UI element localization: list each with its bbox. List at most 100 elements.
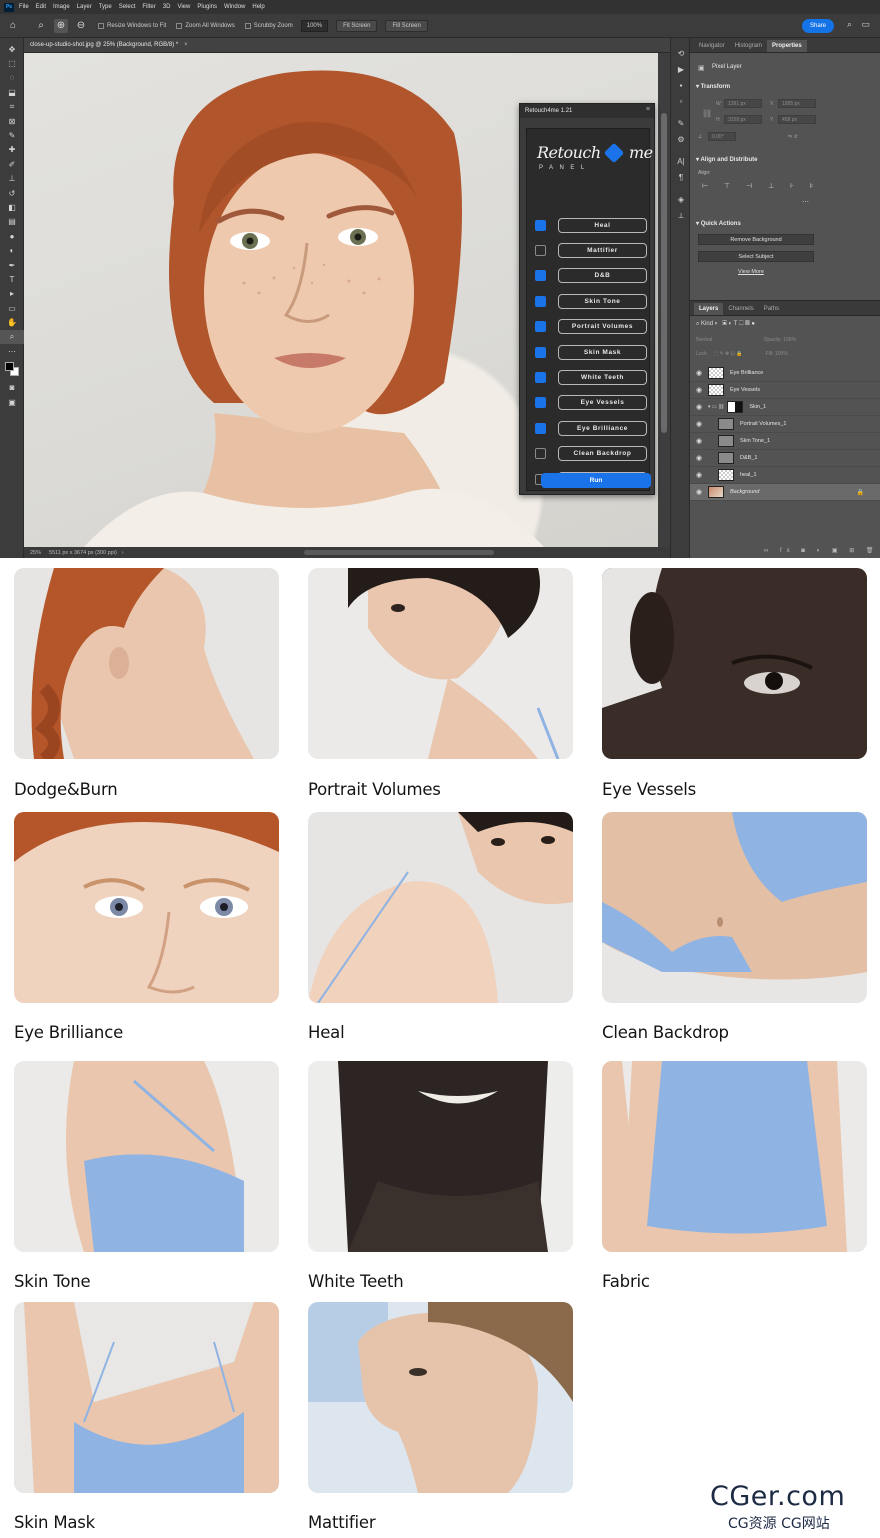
link-icon[interactable]: ⛓ [702,109,712,118]
plugin-button[interactable]: Clean Backdrop [558,446,647,462]
plugin-button[interactable]: White Teeth [558,369,647,385]
menu-filter[interactable]: Filter [142,4,155,10]
fill-screen-button[interactable]: Fill Screen [385,19,428,32]
visibility-eye-icon[interactable]: ◉ [690,386,708,394]
menu-type[interactable]: Type [99,4,112,10]
tab-navigator[interactable]: Navigator [694,40,730,52]
rectangle-tool-icon[interactable]: ▭ [0,301,24,315]
type-tool-icon[interactable]: T [0,272,24,286]
fit-screen-button[interactable]: Fit Screen [336,19,378,32]
layer-filter[interactable]: ⌕ Kind ▾ ▣ ◐ T ⬚ ▤ ● [696,321,755,328]
visibility-eye-icon[interactable]: ◉ [690,369,708,377]
menu-view[interactable]: View [177,4,190,10]
history-icon[interactable]: ⟲ [671,46,691,62]
tab-histogram[interactable]: Histogram [730,40,767,52]
clone-source-icon[interactable]: ⚙ [671,132,691,148]
menu-select[interactable]: Select [119,4,136,10]
vertical-scrollbar[interactable] [658,53,670,547]
plugin-button[interactable]: Heal [558,217,647,233]
color-swatches[interactable] [0,359,24,381]
angle-field[interactable]: 0.00° [708,132,736,141]
menu-window[interactable]: Window [224,4,245,10]
comments-icon[interactable]: ▫ [671,94,691,110]
flip-icons[interactable]: ⇋ ⇵ [788,134,798,140]
visibility-eye-icon[interactable]: ◉ [690,420,708,428]
view-more-link[interactable]: View More [738,269,764,275]
paragraph-icon[interactable]: ¶ [671,170,691,186]
zoom-in-icon[interactable]: ⊕ [54,18,68,33]
plugin-button[interactable]: D&B [558,268,647,284]
y-field[interactable]: 458 px [778,115,816,124]
height-field[interactable]: 3158 px [724,115,762,124]
align-buttons-icons[interactable]: ⊢ ⊤ ⊣ ⊥ ⊦ ⊧ [702,182,820,190]
pen-tool-icon[interactable]: ✒ [0,258,24,272]
plugin-checkbox[interactable] [535,448,546,460]
layer-row[interactable]: ◉ D&B_1 [690,450,880,467]
plugin-checkbox[interactable] [535,270,546,282]
more-options-icon[interactable]: ⋯ [802,198,809,206]
group-folder-icon[interactable]: ▾ ▭ ⛓ [708,404,724,410]
visibility-eye-icon[interactable]: ◉ [690,471,708,479]
select-subject-button[interactable]: Select Subject [698,251,814,262]
opacity-value[interactable]: 100% [783,337,796,343]
menu-plugins[interactable]: Plugins [197,4,217,10]
move-tool-icon[interactable]: ✥ [0,42,24,56]
screen-mode-icon[interactable]: ▣ [0,395,24,409]
actions-icon[interactable]: ▪ [671,78,691,94]
plugin-button[interactable]: Skin Mask [558,344,647,360]
menu-file[interactable]: File [19,4,29,10]
dodge-tool-icon[interactable]: ◐ [0,243,24,257]
character-icon[interactable]: A| [671,154,691,170]
home-icon[interactable]: ⌂ [6,19,20,33]
more-tools-icon[interactable]: ⋯ [0,344,24,358]
layers-footer-icons[interactable]: ∞ fx ◙ ◐ ▣ ⊞ 🗑 [764,547,879,554]
horizontal-scrollbar[interactable] [304,550,494,555]
blur-tool-icon[interactable]: ● [0,229,24,243]
zoom-tool-icon[interactable]: ⌕ [34,19,48,33]
object-select-icon[interactable]: ⬓ [0,85,24,99]
zoom-tool-icon[interactable]: ⌕ [0,329,24,345]
plugin-button[interactable]: Mattifier [558,242,647,258]
search-icon[interactable]: ⌕ [847,19,852,30]
menu-3d[interactable]: 3D [163,4,171,10]
layer-row[interactable]: ◉ ▾ ▭ ⛓ Skin_1 [690,399,880,416]
stamp-tool-icon[interactable]: ⊥ [0,172,24,186]
plugin-checkbox[interactable] [535,397,546,409]
remove-background-button[interactable]: Remove Background [698,234,814,245]
run-button[interactable]: Run [541,473,651,488]
visibility-eye-icon[interactable]: ◉ [690,403,708,411]
document-tab[interactable]: close-up-studio-shot.jpg @ 25% (Backgrou… [24,38,670,53]
marquee-tool-icon[interactable]: ⬚ [0,56,24,70]
plugin-checkbox[interactable] [535,295,546,307]
lock-icons[interactable]: ⬚ ✎ ✥ ⊡ 🔒 [713,351,742,357]
plugin-checkbox[interactable] [535,422,546,434]
close-icon[interactable]: × [184,42,188,48]
layer-row[interactable]: ◉ Eye Vessels [690,382,880,399]
plugin-button[interactable]: Eye Vessels [558,395,647,411]
plugin-checkbox[interactable] [535,346,546,358]
menu-layer[interactable]: Layer [77,4,92,10]
visibility-eye-icon[interactable]: ◉ [690,488,708,496]
tab-properties[interactable]: Properties [767,40,807,52]
brush-settings-icon[interactable]: ✎ [671,116,691,132]
plugin-checkbox[interactable] [535,321,546,333]
status-arrow-icon[interactable]: › [122,550,124,556]
plugin-button[interactable]: Eye Brilliance [558,420,647,436]
layer-row[interactable]: ◉ heal_1 [690,467,880,484]
plugin-checkbox[interactable] [535,219,546,231]
path-select-icon[interactable]: ▸ [0,287,24,301]
eyedropper-icon[interactable]: ✎ [0,128,24,142]
zoom-value-field[interactable]: 100% [300,19,329,32]
tab-channels[interactable]: Channels [723,303,758,315]
layer-row[interactable]: ◉ Skin Tone_1 [690,433,880,450]
eraser-icon[interactable]: ◧ [0,200,24,214]
libraries-icon[interactable]: ⟂ [671,208,691,224]
plugin-button[interactable]: Portrait Volumes [558,319,647,335]
visibility-eye-icon[interactable]: ◉ [690,437,708,445]
menu-help[interactable]: Help [252,4,264,10]
plugin-checkbox[interactable] [535,371,546,383]
workspace-icon[interactable]: ▭ [861,19,870,30]
layer-row[interactable]: ◉ Portrait Volumes_1 [690,416,880,433]
frame-tool-icon[interactable]: ⊠ [0,114,24,128]
lasso-tool-icon[interactable]: ◌ [0,71,24,85]
